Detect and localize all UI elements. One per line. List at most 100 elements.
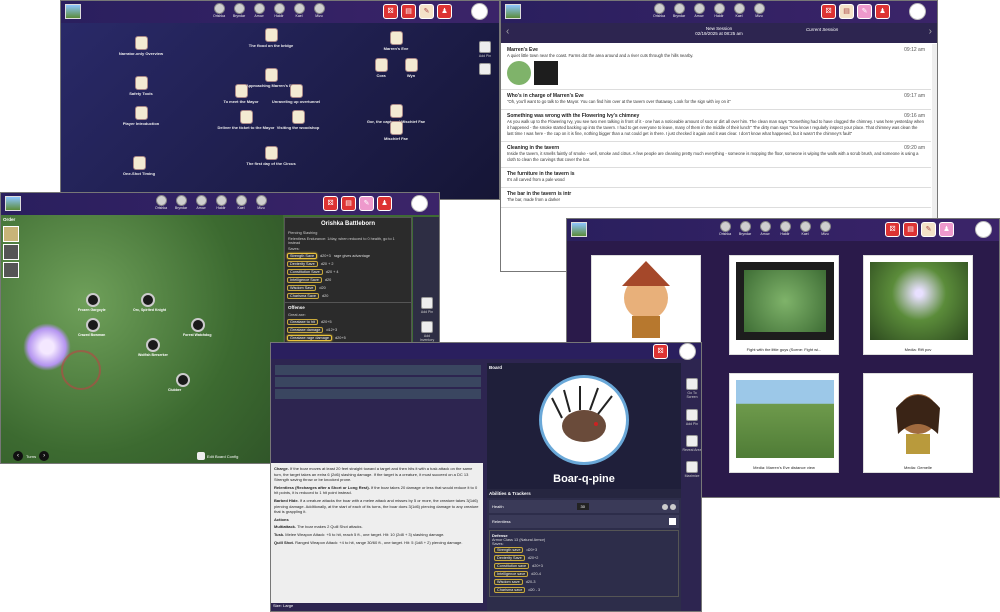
list-row[interactable] [275,377,481,387]
scene-node[interactable]: The flood on the bridge [241,28,301,48]
campaign-logo[interactable] [5,196,21,211]
dice-icon[interactable]: ⚄ [383,4,398,19]
character-avatar[interactable]: Arrow [251,3,267,18]
scene-node[interactable]: Player Introduction [111,106,171,126]
scene-node[interactable]: Deliver the ticket to the Mayor [216,110,276,130]
map-tool-icon[interactable]: ✎ [857,4,872,19]
next-session-icon[interactable]: › [929,26,932,37]
gallery-item[interactable] [591,255,701,355]
scene-node[interactable]: Marren's Eve [366,31,426,51]
dice-icon[interactable]: ⚄ [653,344,668,359]
save-row[interactable]: Strength Save d20+3 rage gives advantage [285,252,411,260]
character-avatar[interactable]: Bryndar [173,195,189,210]
dice-icon[interactable]: ⚄ [885,222,900,237]
character-avatar[interactable]: Orishka [717,221,733,236]
list-row[interactable] [275,389,481,399]
log-entry[interactable]: Who's in charge of Marren's Eve 09:17 am "… [501,90,931,110]
save-row[interactable]: Charisma Save d20 [285,292,411,300]
save-row[interactable]: Intelligence Save d20 [285,276,411,284]
character-avatar[interactable]: Arrow [691,3,707,18]
log-entry[interactable]: Something was wrong with the Flowering I… [501,110,931,142]
creature-token[interactable] [176,373,190,387]
attack-row[interactable]: Greataxe rage damage d20+5 [285,334,411,342]
add-pin-button[interactable] [421,297,433,309]
decrement-icon[interactable] [661,503,668,510]
character-avatar[interactable]: Kael [233,195,249,210]
save-row[interactable]: Charisma save d20 - 3 [492,586,676,594]
character-avatar[interactable]: Orishka [153,195,169,210]
log-entry[interactable]: Marren's Eve 09:12 am A quiet little town … [501,44,931,90]
save-row[interactable]: Intelligence save d20-4 [492,570,676,578]
user-avatar[interactable] [975,221,992,238]
scene-thumbnail[interactable] [507,61,531,85]
journal-icon[interactable]: ▤ [341,196,356,211]
character-avatar[interactable]: Kael [291,3,307,18]
map-tool-icon[interactable]: ✎ [359,196,374,211]
character-avatar[interactable]: Arrow [193,195,209,210]
dice-icon[interactable]: ⚄ [821,4,836,19]
list-row[interactable] [275,365,481,375]
creature-token[interactable] [86,293,100,307]
add-inventory-button[interactable] [421,321,433,333]
character-avatar[interactable]: Arrow [757,221,773,236]
battle-map-canvas[interactable] [1,215,283,463]
initiative-icon[interactable]: ♟ [437,4,452,19]
save-row[interactable]: Dexterity Save d20 + 2 [285,260,411,268]
user-avatar[interactable] [909,3,926,20]
dice-icon[interactable]: ⚄ [323,196,338,211]
character-avatar[interactable]: Bryndar [231,3,247,18]
scene-node[interactable]: Visiting the woodshop [268,110,328,130]
scene-node[interactable]: One-Shot Timing [109,156,169,176]
gallery-item[interactable]: Media: Rift pov [863,255,973,355]
character-avatar[interactable]: Haldir [271,3,287,18]
next-turn-icon[interactable]: › [39,451,50,461]
map-thumbnail[interactable] [534,61,558,85]
campaign-logo[interactable] [65,4,81,19]
character-avatar[interactable]: Mizu [253,195,269,210]
journal-icon[interactable]: ▤ [401,4,416,19]
scene-node[interactable]: To meet the Mayor [211,84,271,104]
character-avatar[interactable]: Mizu [311,3,327,18]
map-tool-icon[interactable]: ✎ [419,4,434,19]
character-avatar[interactable]: Haldir [711,3,727,18]
map-tool-icon[interactable]: ✎ [921,222,936,237]
save-row[interactable]: Strength save d20+3 [492,546,676,554]
campaign-logo[interactable] [571,222,587,237]
character-avatar[interactable]: Mizu [817,221,833,236]
scene-node[interactable]: Narrator-only Overview [111,36,171,56]
log-entry[interactable]: Cleaning in the tavern 09:20 am Inside the… [501,142,931,168]
log-entry[interactable]: The bar in the tavern is intr The bar, ma… [501,188,931,208]
character-avatar[interactable]: Kael [731,3,747,18]
gallery-item[interactable]: Media: Gemelle [863,373,973,473]
prev-turn-icon[interactable]: ‹ [13,451,23,461]
user-avatar[interactable] [411,195,428,212]
edit-board-config-button[interactable]: Edit Board Config [197,452,238,460]
scene-node[interactable]: Safety Tools [111,76,171,96]
relentless-checkbox[interactable] [669,518,676,525]
add-pin-button[interactable] [686,409,698,421]
health-value[interactable]: 30 [576,503,589,510]
character-avatar[interactable]: Haldir [213,195,229,210]
creature-token[interactable] [86,318,100,332]
initiative-icon[interactable]: ♟ [939,222,954,237]
user-avatar[interactable] [679,343,696,360]
character-avatar[interactable]: Bryndar [671,3,687,18]
creature-token[interactable] [141,293,155,307]
initiative-icon[interactable]: ♟ [875,4,890,19]
scene-node[interactable]: The first day of the Circus [241,146,301,166]
gallery-item[interactable]: Fight with the little guys (Scene: Fight… [729,255,839,355]
scene-node[interactable]: Mischief Fae [366,121,426,141]
attack-row[interactable]: Greataxe to hit d20+5 [285,318,411,326]
character-avatar[interactable]: Haldir [777,221,793,236]
add-pin-button[interactable] [479,41,491,53]
user-avatar[interactable] [471,3,488,20]
creature-token[interactable] [191,318,205,332]
maximize-button[interactable] [686,461,698,473]
save-row[interactable]: Dexterity Save d20+2 [492,554,676,562]
creature-token[interactable] [146,338,160,352]
journal-icon[interactable]: ▤ [903,222,918,237]
increment-icon[interactable] [669,503,676,510]
log-entry[interactable]: The furniture in the tavern is It's all c… [501,168,931,188]
character-avatar[interactable]: Kael [797,221,813,236]
pin-tool-button[interactable] [479,63,491,75]
